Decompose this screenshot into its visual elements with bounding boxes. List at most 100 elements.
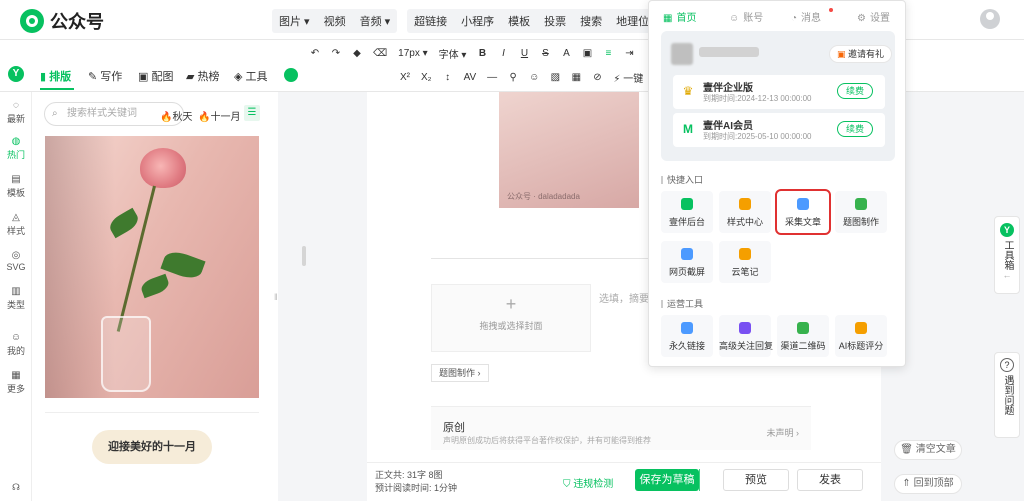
insert-menu: 图片 ▾ 视频 音频 ▾ 超链接 小程序 模板 投票 搜索 地理位置	[272, 9, 677, 33]
renew-button[interactable]: 续费	[837, 83, 873, 99]
help-widget[interactable]: ? 遇到问题	[994, 352, 1020, 438]
invite-button[interactable]: ▣ 邀请有礼	[829, 45, 893, 63]
rail-item-my[interactable]: ☺ 我的	[0, 332, 32, 357]
account-avatar[interactable]	[671, 43, 693, 65]
nav-home[interactable]: ▦ 首页	[663, 9, 696, 24]
preview-button[interactable]: 预览	[723, 469, 789, 491]
insert-hyperlink[interactable]: 超链接	[407, 9, 454, 33]
strikethrough-icon[interactable]: S	[540, 48, 550, 59]
clear-format-icon[interactable]: ⊘	[592, 72, 602, 83]
list-view-icon[interactable]: ☰	[244, 105, 260, 121]
align-left-icon[interactable]: ≡	[603, 48, 613, 59]
insert-template[interactable]: 模板	[501, 9, 537, 33]
line-height-icon[interactable]: ↕	[443, 72, 453, 83]
rail-item-style[interactable]: ◬ 样式	[0, 212, 32, 237]
violation-check-button[interactable]: ⛉ 违规检测	[563, 475, 613, 490]
tab-writing[interactable]: ✎ 写作	[88, 68, 122, 84]
ops-ai-title-score[interactable]: AI标题评分	[835, 315, 887, 357]
one-click-button[interactable]: ⚡ 一键	[613, 70, 643, 85]
tag-autumn[interactable]: 🔥秋天	[160, 108, 192, 123]
tutu-button[interactable]: 题图制作 ›	[431, 364, 489, 382]
rail-item-hot[interactable]: ◍ 热门	[0, 136, 32, 161]
membership-enterprise: ♛ 壹伴企业版 到期时间:2024-12-13 00:00:00 续费	[673, 75, 885, 109]
superscript-icon[interactable]: X²	[400, 72, 410, 83]
quick-tutu[interactable]: 题图制作	[835, 191, 887, 233]
table-icon[interactable]: ▦	[571, 72, 581, 83]
publish-button[interactable]: 发表	[797, 469, 863, 491]
headset-icon[interactable]: ☊	[0, 482, 32, 493]
toolbar-row-1: ↶ ↷ ◆ ⌫ 17px ▾ 字体 ▾ B I U S A ▣ ≡ ⇥	[310, 46, 634, 61]
ops-channel-qrcode[interactable]: 渠道二维码	[777, 315, 829, 357]
panel-toggle[interactable]	[284, 68, 298, 82]
rail-item-more[interactable]: ▦ 更多	[0, 370, 32, 395]
tab-layout[interactable]: ▮ 排版	[40, 68, 71, 84]
insert-image-menu[interactable]: 图片 ▾	[272, 9, 317, 33]
divider-icon[interactable]: —	[487, 72, 497, 83]
image-insert-icon[interactable]: ▧	[550, 72, 560, 83]
score-icon	[855, 322, 867, 334]
rail-item-template[interactable]: ▤ 模板	[0, 174, 32, 199]
insert-video-menu[interactable]: 视频	[317, 9, 353, 33]
insert-miniprogram[interactable]: 小程序	[454, 9, 501, 33]
emoji-icon[interactable]: ☺	[529, 72, 539, 83]
app-logo[interactable]: 公众号	[20, 8, 104, 34]
collapse-handle[interactable]: ‖	[274, 292, 280, 306]
help-label: 遇到问题	[1002, 375, 1013, 415]
format-painter-icon[interactable]: ◆	[352, 48, 362, 59]
yiban-logo-icon[interactable]: Y	[8, 66, 24, 82]
ops-permanent-link[interactable]: 永久链接	[661, 315, 713, 357]
rose-style-thumbnail[interactable]	[45, 136, 259, 398]
font-size-select[interactable]: 17px ▾	[398, 48, 428, 59]
font-color-icon[interactable]: A	[561, 48, 571, 59]
redo-icon[interactable]: ↷	[331, 48, 341, 59]
nav-messages[interactable]: ◔ 消息	[791, 9, 821, 24]
quick-collect-article[interactable]: 采集文章	[775, 189, 831, 235]
original-status[interactable]: 未声明 ›	[766, 426, 799, 439]
hot-icon: ◍	[11, 136, 21, 147]
ops-advanced-reply[interactable]: 高级关注回复	[719, 315, 773, 357]
letter-spacing-icon[interactable]: AV	[464, 72, 477, 83]
font-family-select[interactable]: 字体 ▾	[439, 46, 467, 61]
quick-style-center[interactable]: 样式中心	[719, 191, 771, 233]
quick-yiban-backend[interactable]: 壹伴后台	[661, 191, 713, 233]
eraser-icon[interactable]: ⌫	[373, 48, 387, 59]
bold-icon[interactable]: B	[477, 48, 487, 59]
tab-hot-list[interactable]: ▰ 热榜	[186, 68, 220, 84]
scrollbar[interactable]	[302, 246, 306, 266]
insert-search[interactable]: 搜索	[573, 9, 609, 33]
user-avatar[interactable]	[980, 9, 1000, 29]
app-name: 公众号	[50, 12, 104, 33]
underline-icon[interactable]: U	[519, 48, 529, 59]
nav-account[interactable]: ☺ 账号	[729, 9, 763, 24]
toolbox-widget[interactable]: Y 工具箱 ←	[994, 216, 1020, 294]
undo-icon[interactable]: ↶	[310, 48, 320, 59]
background-color-icon[interactable]: ▣	[582, 48, 592, 59]
nav-settings[interactable]: ⚙ 设置	[857, 9, 890, 24]
link-icon[interactable]: ⚲	[508, 72, 518, 83]
save-dropdown-button[interactable]: ▾	[699, 469, 715, 491]
gift-icon: ▣	[837, 49, 846, 59]
tab-tools[interactable]: ◈ 工具	[234, 68, 268, 84]
italic-icon[interactable]: I	[498, 48, 508, 59]
abstract-input[interactable]: 选填，摘要	[599, 290, 649, 305]
rail-item-latest[interactable]: ◌ 最新	[0, 100, 32, 125]
original-declaration[interactable]: 原创 声明原创成功后将获得平台著作权保护，并有可能得到推荐 未声明 ›	[431, 406, 811, 450]
indent-icon[interactable]: ⇥	[624, 48, 634, 59]
clear-article-button[interactable]: 🗑 清空文章	[894, 440, 962, 460]
back-to-top-button[interactable]: ⇑ 回到顶部	[894, 474, 962, 494]
rail-item-svg[interactable]: ◎ SVG	[0, 250, 32, 272]
insert-audio-menu[interactable]: 音频 ▾	[353, 9, 398, 33]
tag-november[interactable]: 🔥十一月	[198, 108, 240, 123]
article-image[interactable]: 公众号 · daladadada	[499, 92, 639, 208]
quick-screenshot[interactable]: 网页截屏	[661, 241, 713, 283]
insert-vote[interactable]: 投票	[537, 9, 573, 33]
renew-button[interactable]: 续费	[837, 121, 873, 137]
tab-illustration[interactable]: ▣ 配图	[138, 68, 173, 84]
cover-hint: 拖拽或选择封面	[479, 321, 543, 331]
november-banner-style[interactable]: 迎接美好的十一月	[92, 430, 212, 464]
quick-cloud-note[interactable]: 云笔记	[719, 241, 771, 283]
subscript-icon[interactable]: X₂	[421, 72, 432, 83]
save-draft-button[interactable]: 保存为草稿	[635, 469, 699, 491]
rail-item-type[interactable]: ▥ 类型	[0, 286, 32, 311]
cover-picker[interactable]: + 拖拽或选择封面	[431, 284, 591, 352]
